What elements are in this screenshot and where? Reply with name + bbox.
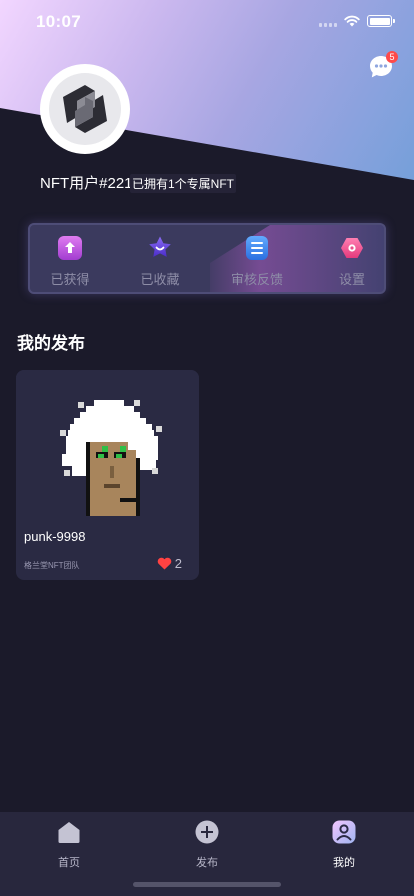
heart-icon: [157, 557, 172, 570]
nft-card-title: punk-9998: [24, 529, 86, 544]
menu-label-review-feedback: 审核反馈: [230, 272, 283, 287]
message-badge: 5: [386, 51, 398, 63]
home-icon: [58, 822, 80, 843]
brand-logo-icon: [49, 73, 121, 145]
document-list-icon: [244, 235, 270, 261]
status-icons: [319, 15, 395, 27]
battery-icon: [367, 15, 395, 27]
home-indicator: [133, 882, 281, 887]
menu-label-obtained: 已获得: [50, 272, 90, 287]
tab-label-publish: 发布: [196, 857, 218, 869]
tab-publish[interactable]: 发布: [172, 820, 242, 870]
menu-item-settings[interactable]: 设置: [312, 235, 384, 288]
user-icon: [332, 820, 356, 844]
signal-icon: [319, 16, 337, 27]
like-button[interactable]: 2: [157, 556, 182, 571]
tab-mine[interactable]: 我的: [309, 820, 379, 870]
tab-label-mine: 我的: [333, 857, 355, 869]
wifi-icon: [344, 15, 360, 27]
status-bar: 10:07: [0, 0, 414, 44]
status-time: 10:07: [36, 12, 81, 31]
nft-card-team: 格兰堂NFT团队: [24, 561, 80, 570]
plus-circle-icon: [195, 820, 219, 844]
owned-nft-badge: 已拥有1个专属NFT: [130, 174, 237, 193]
avatar[interactable]: [40, 64, 130, 154]
menu-label-settings: 设置: [338, 272, 365, 287]
profile-menu-card: 已获得 已收藏 审核反馈 设置: [28, 223, 386, 294]
hexagon-settings-icon: [339, 235, 365, 261]
menu-item-obtained[interactable]: 已获得: [30, 235, 110, 288]
section-title-my-posts: 我的发布: [17, 334, 85, 353]
inbox-upload-icon: [57, 235, 83, 261]
tab-label-home: 首页: [58, 857, 80, 869]
nft-card[interactable]: punk-9998 格兰堂NFT团队 2: [16, 370, 199, 580]
star-icon: [147, 235, 173, 261]
menu-item-favorited[interactable]: 已收藏: [120, 235, 200, 288]
menu-label-favorited: 已收藏: [140, 272, 180, 287]
menu-item-review-feedback[interactable]: 审核反馈: [217, 235, 297, 288]
nft-pixel-art-image: [16, 370, 199, 520]
tab-home[interactable]: 首页: [34, 820, 104, 870]
username: NFT用户#221: [40, 175, 133, 192]
like-count: 2: [174, 556, 182, 571]
